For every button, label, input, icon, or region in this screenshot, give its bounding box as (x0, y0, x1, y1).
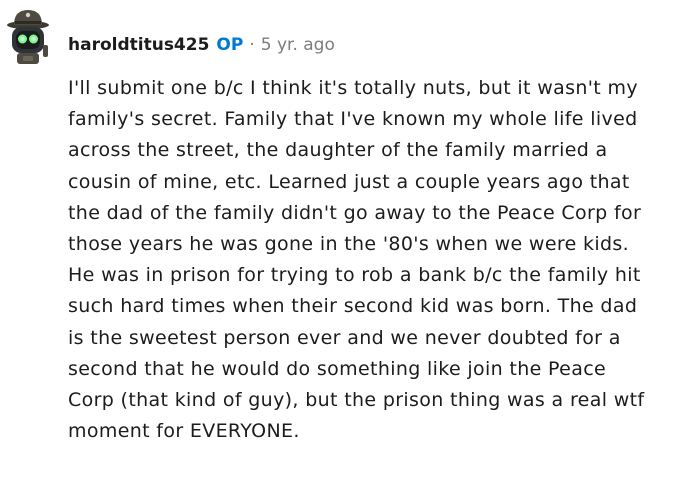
op-badge: OP (216, 35, 244, 55)
comment-line: such hard times when their second kid wa… (68, 295, 638, 318)
robot-avatar-icon (7, 10, 49, 64)
username-link[interactable]: haroldtitus425 (68, 30, 209, 60)
comment-line: across the street, the daughter of the f… (68, 139, 608, 162)
comment-line: cousin of mine, etc. Learned just a coup… (68, 170, 630, 193)
avatar[interactable] (4, 6, 52, 66)
comment: haroldtitus425 OP · 5 yr. ago I'll submi… (0, 0, 700, 483)
comment-line: moment for EVERYONE. (68, 420, 300, 443)
comment-line: He was in prison for trying to rob a ban… (68, 264, 641, 287)
comment-line: those years he was gone in the '80's whe… (68, 233, 630, 256)
comment-header: haroldtitus425 OP · 5 yr. ago (68, 30, 335, 60)
comment-line: is the sweetest person ever and we never… (68, 326, 621, 349)
timestamp-link[interactable]: 5 yr. ago (261, 30, 335, 60)
comment-line: second that he would do something like j… (68, 357, 607, 380)
comment-line: the dad of the family didn't go away to … (68, 201, 642, 224)
meta-separator: · (249, 35, 255, 55)
comment-line: I'll submit one b/c I think it's totally… (68, 77, 638, 99)
comment-body: I'll submit one b/c I think it's totally… (68, 73, 698, 447)
comment-line: Corp (that kind of guy), but the prison … (68, 389, 645, 412)
comment-line: family's secret. Family that I've known … (68, 108, 638, 131)
